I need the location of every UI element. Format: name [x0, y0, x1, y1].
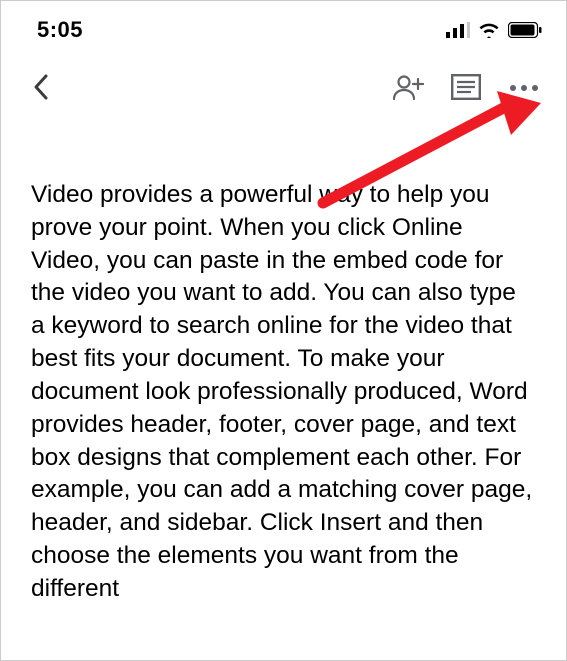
person-add-icon: [392, 73, 424, 106]
status-time: 5:05: [37, 17, 83, 43]
chevron-left-icon: [32, 73, 50, 106]
document-body[interactable]: Video provides a powerful way to help yo…: [1, 119, 566, 606]
back-button[interactable]: [21, 69, 61, 109]
more-options-button[interactable]: [504, 69, 544, 109]
more-horizontal-icon: [509, 80, 539, 98]
cellular-signal-icon: [446, 22, 470, 38]
status-bar: 5:05: [1, 1, 566, 49]
document-paragraph: Video provides a powerful way to help yo…: [31, 179, 536, 606]
app-nav-bar: [1, 49, 566, 119]
view-mode-button[interactable]: [446, 69, 486, 109]
status-indicators: [446, 22, 542, 38]
wifi-icon: [478, 22, 500, 38]
share-add-person-button[interactable]: [388, 69, 428, 109]
battery-icon: [508, 22, 542, 38]
document-text-icon: [451, 74, 481, 105]
